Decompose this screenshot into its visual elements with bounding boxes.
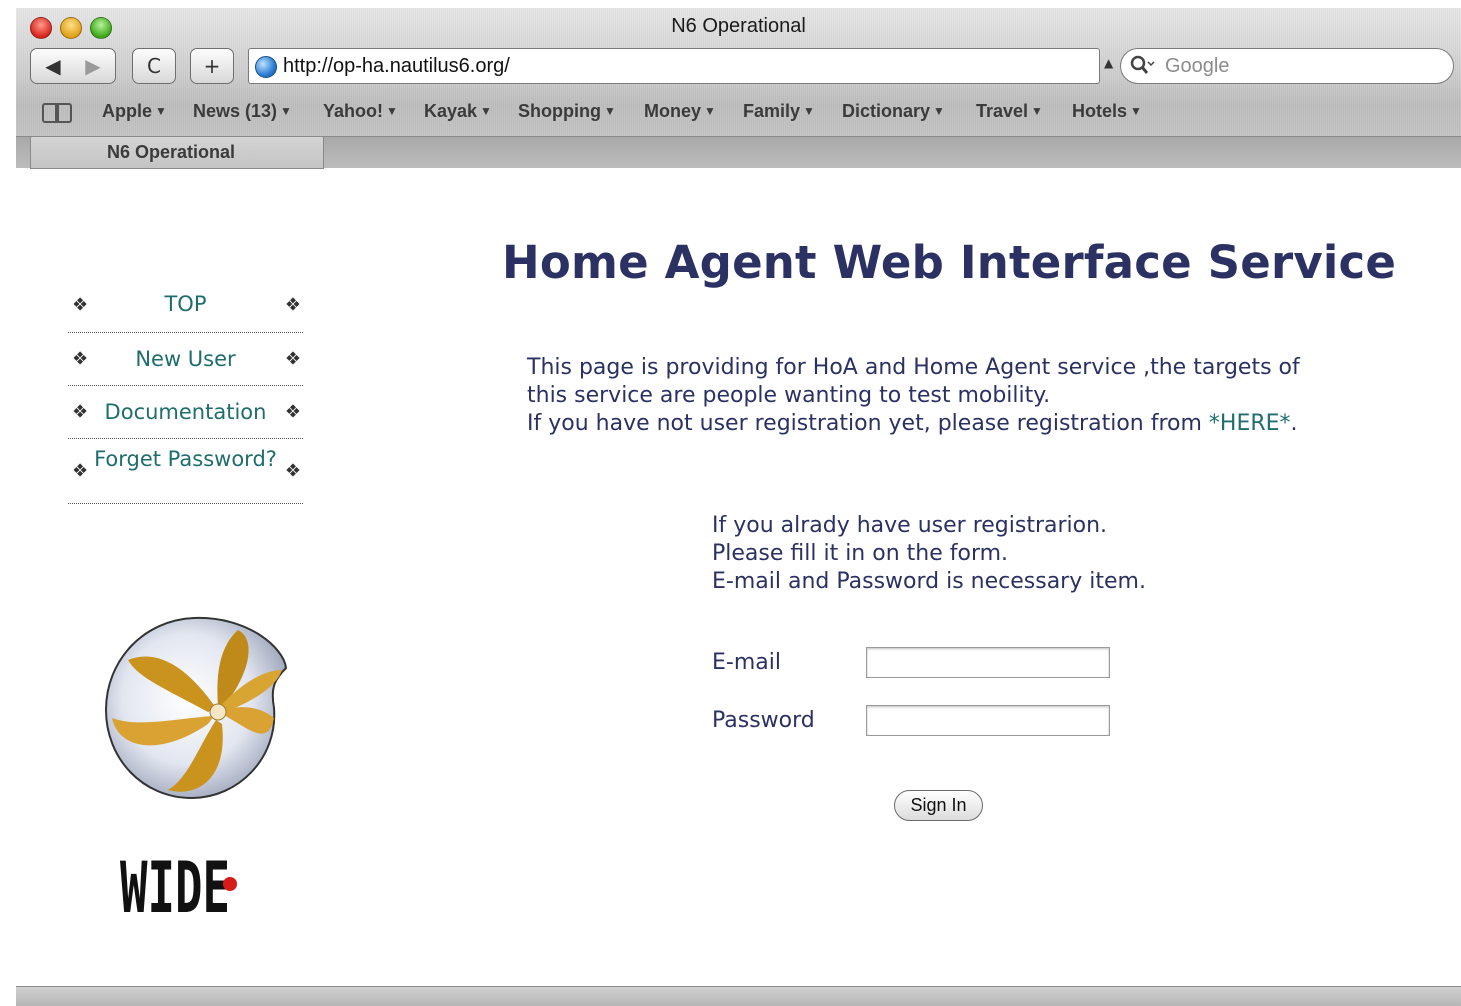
bookmark-label: Apple [102, 101, 153, 121]
page-title: Home Agent Web Interface Service [502, 236, 1397, 289]
bookmark-label: Kayak [424, 101, 478, 121]
diamond-bullet-icon: ❖ [72, 401, 89, 423]
intro-paragraph: This page is providing for HoA and Home … [527, 354, 1300, 438]
search-placeholder: Google [1165, 55, 1230, 77]
intro-line-3-end: . [1290, 411, 1298, 436]
login-instructions: If you alrady have user registrarion. Pl… [712, 512, 1146, 596]
nautilus-shell-logo [104, 616, 288, 800]
bookmark-shopping[interactable]: Shopping ▼ [518, 101, 616, 122]
nav-item-documentation[interactable]: ❖ Documentation ❖ [68, 386, 303, 439]
instruction-line-1: If you alrady have user registrarion. [712, 513, 1108, 538]
address-bar[interactable]: http://op-ha.nautilus6.org/ [248, 48, 1100, 84]
bookmark-label: Family [743, 101, 801, 121]
address-text[interactable]: http://op-ha.nautilus6.org/ [283, 55, 510, 78]
title-bar: N6 Operational [16, 8, 1461, 44]
dropdown-arrow-icon: ▼ [704, 104, 716, 118]
dropdown-arrow-icon: ▼ [603, 104, 616, 118]
reload-icon: C [147, 54, 161, 78]
dropdown-arrow-icon: ▼ [1130, 104, 1142, 118]
here-link[interactable]: *HERE* [1209, 411, 1291, 436]
diamond-bullet-icon: ❖ [72, 460, 89, 482]
dropdown-arrow-icon: ▼ [480, 104, 492, 118]
nav-label[interactable]: New User [68, 333, 303, 386]
browser-window: N6 Operational ◀ ▶ C + http://op-ha.nauti… [16, 8, 1461, 1006]
intro-line-2: this service are people wanting to test … [527, 383, 1051, 408]
tab-n6-operational[interactable]: N6 Operational [30, 137, 324, 169]
bookmark-label: Hotels [1072, 101, 1128, 121]
nav-item-top[interactable]: ❖ TOP ❖ [68, 278, 303, 333]
dropdown-arrow-icon: ▼ [280, 104, 292, 118]
nav-item-forget-password[interactable]: ❖ Forget Password? ❖ [68, 439, 303, 504]
bookmark-kayak[interactable]: Kayak ▼ [424, 101, 492, 122]
back-arrow-icon[interactable]: ◀ [33, 49, 73, 83]
plus-icon: + [203, 54, 221, 78]
password-label: Password [712, 708, 815, 733]
instruction-line-3: E-mail and Password is necessary item. [712, 569, 1146, 594]
bookmark-dictionary[interactable]: Dictionary ▼ [842, 101, 945, 122]
password-field[interactable] [866, 705, 1110, 736]
nav-label[interactable]: TOP [68, 278, 303, 331]
status-bar [16, 986, 1461, 1006]
diamond-bullet-icon: ❖ [284, 401, 301, 423]
open-book-icon[interactable] [42, 101, 72, 123]
tab-label: N6 Operational [107, 142, 236, 162]
bookmark-label: Shopping [518, 101, 601, 121]
nav-item-new-user[interactable]: ❖ New User ❖ [68, 333, 303, 386]
diamond-bullet-icon: ❖ [284, 460, 301, 482]
bookmark-news[interactable]: News (13) ▼ [193, 101, 292, 122]
email-field[interactable] [866, 647, 1110, 678]
email-label: E-mail [712, 650, 781, 675]
bookmark-yahoo[interactable]: Yahoo! ▼ [323, 101, 398, 122]
search-icon[interactable] [1129, 54, 1155, 83]
intro-line-1: This page is providing for HoA and Home … [527, 355, 1300, 380]
dropdown-arrow-icon: ▼ [1031, 104, 1043, 118]
intro-line-3: If you have not user registration yet, p… [527, 410, 1300, 438]
forward-arrow-icon[interactable]: ▶ [73, 49, 113, 83]
dropdown-arrow-icon: ▼ [386, 104, 398, 118]
dropdown-arrow-icon: ▼ [933, 104, 945, 118]
wide-logo: WIDE [120, 847, 237, 920]
bookmark-label: Money [644, 101, 702, 121]
dropdown-arrow-icon: ▼ [155, 104, 167, 118]
bookmark-money[interactable]: Money ▼ [644, 101, 716, 122]
diamond-bullet-icon: ❖ [284, 294, 301, 316]
bookmark-label: Yahoo! [323, 101, 384, 121]
bookmark-hotels[interactable]: Hotels ▼ [1072, 101, 1142, 122]
magnifier-icon-graphic [1130, 55, 1155, 74]
nav-label[interactable]: Documentation [68, 386, 303, 439]
bookmark-travel[interactable]: Travel ▼ [976, 101, 1043, 122]
wide-logo-text: WIDE [120, 847, 230, 920]
browser-chrome: N6 Operational ◀ ▶ C + http://op-ha.nauti… [16, 8, 1461, 169]
bookmark-label: News (13) [193, 101, 278, 121]
diamond-bullet-icon: ❖ [72, 348, 89, 370]
sidebar-nav: ❖ TOP ❖ ❖ New User ❖ ❖ Documentation ❖ ❖… [68, 278, 303, 504]
bookmark-label: Travel [976, 101, 1029, 121]
sign-in-button[interactable]: Sign In [894, 790, 983, 821]
bookmark-label: Dictionary [842, 101, 931, 121]
bookmarks-bar: Apple ▼ News (13) ▼ Yahoo! ▼ Kayak ▼ Shoppin… [16, 96, 1461, 132]
snapback-icon[interactable]: ▲ [1104, 56, 1113, 70]
navigation-toolbar: ◀ ▶ C + http://op-ha.nautilus6.org/ ▲ Go… [16, 46, 1461, 88]
diamond-bullet-icon: ❖ [284, 348, 301, 370]
globe-icon [255, 56, 277, 78]
instruction-line-2: Please fill it in on the form. [712, 541, 1009, 566]
dropdown-arrow-icon: ▼ [803, 104, 815, 118]
nav-label[interactable]: Forget Password? [68, 439, 303, 473]
search-field[interactable]: Google [1120, 48, 1454, 84]
add-bookmark-button[interactable]: + [190, 48, 234, 84]
diamond-bullet-icon: ❖ [72, 294, 89, 316]
window-title: N6 Operational [671, 15, 806, 37]
intro-line-3-text: If you have not user registration yet, p… [527, 411, 1209, 436]
bookmark-apple[interactable]: Apple ▼ [102, 101, 167, 122]
bookmark-family[interactable]: Family ▼ [743, 101, 815, 122]
back-forward-control: ◀ ▶ [30, 48, 116, 84]
tab-bar: N6 Operational [16, 136, 1461, 169]
reload-button[interactable]: C [132, 48, 176, 84]
